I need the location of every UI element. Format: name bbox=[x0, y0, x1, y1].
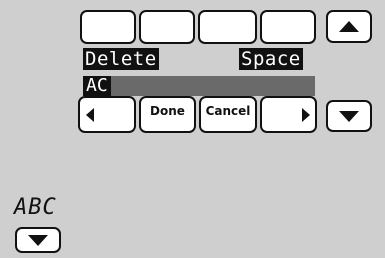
scroll-down-button[interactable] bbox=[326, 100, 372, 132]
cursor-left-button[interactable] bbox=[78, 96, 136, 133]
text-entry-field bbox=[83, 76, 315, 96]
triangle-down-icon bbox=[28, 234, 48, 246]
done-button[interactable]: Done bbox=[139, 96, 196, 133]
space-button[interactable]: Space bbox=[239, 48, 303, 70]
char-key-4[interactable] bbox=[260, 10, 316, 44]
text-entry-value: AC bbox=[83, 76, 111, 96]
mode-toggle-button[interactable] bbox=[15, 227, 61, 253]
delete-label: Delete bbox=[83, 48, 159, 70]
char-key-3[interactable] bbox=[198, 10, 257, 44]
cancel-button[interactable]: Cancel bbox=[199, 96, 257, 133]
delete-button[interactable]: Delete bbox=[83, 48, 159, 70]
triangle-up-icon bbox=[339, 21, 359, 32]
input-mode-indicator: ABC bbox=[14, 195, 57, 220]
triangle-right-icon bbox=[301, 107, 310, 122]
char-key-1[interactable] bbox=[80, 10, 136, 44]
space-label: Space bbox=[239, 48, 303, 70]
scroll-up-button[interactable] bbox=[326, 10, 372, 43]
triangle-left-icon bbox=[86, 107, 94, 122]
triangle-down-icon bbox=[339, 110, 359, 122]
cursor-right-button[interactable] bbox=[260, 96, 317, 133]
char-key-2[interactable] bbox=[139, 10, 195, 44]
